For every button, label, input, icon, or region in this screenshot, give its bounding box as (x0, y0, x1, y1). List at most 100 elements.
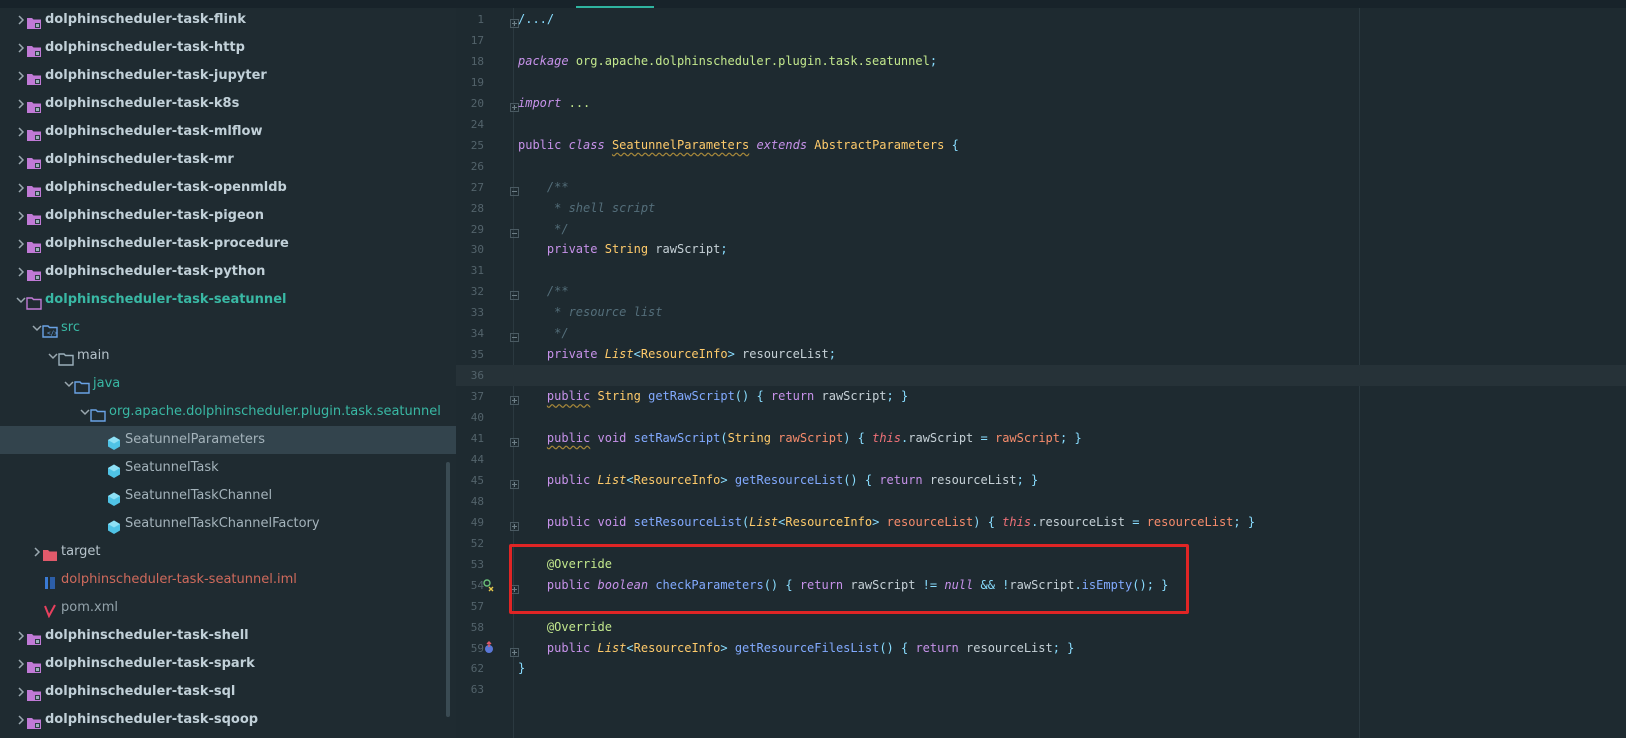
code-line[interactable]: 25 public class SeatunnelParameters exten… (456, 135, 1626, 156)
line-number: 18 (470, 54, 484, 68)
tree-item[interactable]: org.apache.dolphinscheduler.plugin.task.… (0, 398, 456, 426)
code-token: /** (546, 284, 569, 299)
tree-item[interactable]: dolphinscheduler-task-flink (0, 6, 456, 34)
tree-item[interactable]: main (0, 342, 456, 370)
tree-item[interactable]: dolphinscheduler-task-spark (0, 650, 456, 678)
tree-item[interactable]: dolphinscheduler-task-python (0, 258, 456, 286)
code-token: getResourceFilesList (734, 640, 880, 655)
tree-item[interactable]: dolphinscheduler-task-jupyter (0, 62, 456, 90)
tree-item[interactable]: java (0, 370, 456, 398)
module-folder-icon (26, 125, 42, 141)
code-line[interactable]: 35 private List<ResourceInfo> resourceLi… (456, 344, 1626, 365)
code-line[interactable]: 41 public void setRawScript(String rawSc… (456, 428, 1626, 449)
code-line[interactable]: 37 public String getRawScript() { return… (456, 386, 1626, 407)
code-line[interactable]: 40 (456, 407, 1626, 428)
tree-item[interactable]: dolphinscheduler-task-pigeon (0, 202, 456, 230)
tree-item[interactable]: dolphinscheduler-task-procedure (0, 230, 456, 258)
code-text: private List<ResourceInfo> resourceList; (518, 344, 836, 365)
code-line[interactable]: 18 package org.apache.dolphinscheduler.pl… (456, 51, 1626, 72)
tree-item[interactable]: dolphinscheduler-task-sql (0, 678, 456, 706)
code-line[interactable]: 32 /** (456, 281, 1626, 302)
code-line[interactable]: 49 public void setResourceList(List<Reso… (456, 512, 1626, 533)
code-text: private String rawScript; (518, 239, 728, 260)
active-tab-indicator[interactable] (576, 6, 654, 8)
code-token: return (770, 389, 815, 404)
tree-item[interactable]: </> src (0, 314, 456, 342)
code-line[interactable]: 45 public List<ResourceInfo> getResource… (456, 470, 1626, 491)
code-line[interactable]: 63 (456, 679, 1626, 700)
code-line[interactable]: 34 */ (456, 323, 1626, 344)
tree-item[interactable]: SeatunnelTaskChannel (0, 482, 456, 510)
code-text: } (518, 658, 525, 679)
code-token: ; } (1060, 431, 1082, 445)
code-line[interactable]: 59 public List<ResourceInfo> getResource… (456, 638, 1626, 659)
tree-item[interactable]: SeatunnelParameters (0, 426, 456, 454)
code-token: ResourceInfo (633, 472, 721, 487)
tree-item[interactable]: dolphinscheduler-task-shell (0, 622, 456, 650)
tree-item[interactable]: dolphinscheduler-task-mlflow (0, 118, 456, 146)
code-line[interactable]: 29 */ (456, 219, 1626, 240)
code-line[interactable]: 48 (456, 491, 1626, 512)
tree-scrollbar[interactable] (446, 462, 450, 717)
tree-item[interactable]: SeatunnelTaskChannelFactory (0, 510, 456, 538)
line-number: 44 (470, 452, 484, 466)
code-token: ; (929, 53, 938, 68)
code-token: this (872, 431, 902, 445)
code-token: List (749, 514, 779, 529)
code-line[interactable]: 44 (456, 449, 1626, 470)
code-line[interactable]: 27 /** (456, 177, 1626, 198)
tree-item[interactable]: dolphinscheduler-task-sqoop (0, 706, 456, 734)
code-line[interactable]: 28 * shell script (456, 198, 1626, 219)
code-text: public void setResourceList(List<Resourc… (518, 512, 1255, 533)
code-line[interactable]: 24 (456, 114, 1626, 135)
tree-item[interactable]: dolphinscheduler-task-http (0, 34, 456, 62)
tree-item-label: pom.xml (61, 600, 118, 615)
project-tree-panel: dolphinscheduler-task-flink dolphinschedu… (0, 0, 456, 738)
code-line[interactable]: 19 (456, 72, 1626, 93)
line-number: 33 (470, 306, 484, 320)
tree-item[interactable]: target (0, 538, 456, 566)
code-token: getRawScript (648, 389, 735, 404)
tree-item[interactable]: dolphinscheduler-task-k8s (0, 90, 456, 118)
tree-item-label: dolphinscheduler-task-seatunnel.iml (61, 572, 297, 587)
tree-item[interactable]: dolphinscheduler-task-openmldb (0, 174, 456, 202)
code-token: () { (734, 389, 771, 404)
code-token: ; } (886, 389, 909, 404)
code-line[interactable]: 58 @Override (456, 617, 1626, 638)
tree-item-label: SeatunnelParameters (125, 432, 266, 447)
tree-item[interactable]: SeatunnelTask (0, 454, 456, 482)
code-token: String (727, 431, 771, 445)
module-folder-icon (26, 97, 42, 113)
line-number: 62 (470, 662, 484, 676)
code-token: String (597, 389, 641, 404)
code-line[interactable]: 31 (456, 260, 1626, 281)
module-folder-icon (26, 265, 42, 281)
tree-item[interactable]: pom.xml (0, 594, 456, 622)
code-line[interactable]: 30 private String rawScript; (456, 239, 1626, 260)
tree-item[interactable]: dolphinscheduler-task-seatunnel.iml (0, 566, 456, 594)
tree-item-label: SeatunnelTaskChannelFactory (125, 516, 320, 531)
tree-item[interactable]: dolphinscheduler-task-seatunnel (0, 286, 456, 314)
tree-item-label: dolphinscheduler-task-python (45, 264, 266, 279)
code-line[interactable]: 62} (456, 658, 1626, 679)
code-line[interactable]: 26 (456, 156, 1626, 177)
implementing-method-icon[interactable] (482, 578, 496, 592)
code-line[interactable]: 33 * resource list (456, 302, 1626, 323)
code-line[interactable]: 1 /.../ (456, 9, 1626, 30)
line-number: 59 (470, 641, 484, 655)
code-line[interactable]: 17 (456, 30, 1626, 51)
override-method-icon[interactable] (482, 640, 496, 655)
code-token: resourceList (922, 472, 1017, 487)
code-token: /** (546, 179, 569, 194)
code-line[interactable]: 36 (456, 365, 1626, 387)
code-line[interactable]: 20 import ... (456, 93, 1626, 114)
tree-item[interactable]: dolphinscheduler-task-mr (0, 146, 456, 174)
